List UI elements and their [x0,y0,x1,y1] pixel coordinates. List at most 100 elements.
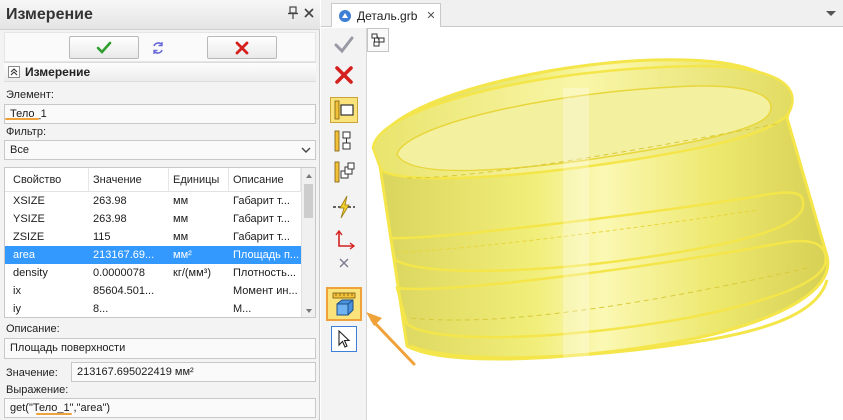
multi-select-button[interactable] [330,159,358,185]
document-tab-strip: Деталь.grb ✕ [321,0,843,27]
cancel-button[interactable] [207,36,277,59]
properties-table: Свойство Значение Единицы Описание XSIZE… [4,167,316,318]
table-cell: 0.0000078 [93,267,145,279]
tree-select-button[interactable] [330,128,358,154]
description-field[interactable]: Площадь поверхности [4,338,316,359]
multi-select-icon [334,161,355,183]
table-cell: мм [173,213,189,225]
toolbar-cancel-button[interactable] [330,62,358,88]
action-bar [4,32,316,62]
table-cell: density [13,267,48,279]
cross-icon [335,66,353,84]
coordinate-axes-icon [335,230,355,250]
table-row[interactable]: density 0.0000078 кг/(мм³) Плотность... [5,264,301,282]
column-header-value[interactable]: Значение [89,168,169,192]
scroll-thumb[interactable] [304,184,313,218]
table-cell: Габарит т... [233,231,290,243]
table-cell: 213167.69... [93,249,155,261]
tree-select-icon [334,130,351,152]
table-header: Свойство Значение Единицы Описание [5,168,315,192]
table-row[interactable]: YSIZE 263.98 мм Габарит т... [5,210,301,228]
tab-close-icon[interactable]: ✕ [426,9,435,22]
table-cell [169,282,229,300]
measure-button[interactable] [326,287,362,321]
panel-header: Измерение [0,0,320,30]
expression-field[interactable]: get("Тело_1","area") [4,398,316,418]
expression-underline [36,413,72,415]
pointer-icon [338,330,351,348]
table-row[interactable]: ZSIZE 115 мм Габарит т... [5,228,301,246]
toolbar-ok-button[interactable] [330,32,358,58]
callout-arrow [366,312,416,366]
element-field[interactable]: Тело_1 [4,104,316,124]
table-row[interactable]: ix 85604.501... Момент ин... [5,282,301,300]
description-label: Описание: [6,323,60,335]
table-cell: Площадь п... [233,249,300,261]
lightning-axis-button[interactable] [330,194,358,220]
table-cell: 85604.501... [93,285,155,297]
table-scrollbar[interactable] [301,168,315,317]
table-cell: area [13,249,36,261]
expression-label: Выражение: [6,384,69,396]
table-cell: кг/(мм³) [173,267,211,279]
value-field[interactable]: 213167.695022419 мм² [71,362,316,382]
value-label: Значение: [6,367,58,379]
tab-menu-icon[interactable] [825,8,837,18]
lightning-axis-icon [333,195,355,219]
ring-body-model[interactable] [367,28,843,420]
column-header-description[interactable]: Описание [229,168,301,192]
scroll-up-icon[interactable] [304,171,314,181]
checkmark-icon [96,41,112,54]
scroll-down-icon[interactable] [304,306,314,316]
3d-viewport[interactable] [367,28,843,420]
section-title: Измерение [25,65,91,79]
column-header-property[interactable]: Свойство [9,168,89,192]
remove-axes-button[interactable] [330,254,358,272]
table-cell: iy [13,303,21,315]
table-cell: ZSIZE [13,231,45,243]
table-row[interactable]: XSIZE 263.98 мм Габарит т... [5,192,301,210]
table-cell: YSIZE [13,213,45,225]
coordinate-axes-button[interactable] [330,228,358,254]
table-cell: Плотность... [233,267,296,279]
collapse-icon[interactable] [8,66,20,78]
element-underline [5,118,39,120]
filter-select[interactable]: Все [4,140,316,160]
table-cell: 263.98 [93,213,127,225]
table-cell: 115 [93,231,111,243]
checkmark-icon [334,36,354,54]
small-cross-icon [339,258,349,268]
frame-select-button[interactable] [330,97,358,123]
table-cell: ix [13,285,21,297]
table-cell: мм² [173,249,192,261]
cross-icon [235,41,249,54]
table-cell: XSIZE [13,195,45,207]
frame-select-icon [334,100,354,120]
pin-icon[interactable] [286,6,300,22]
table-cell: 8... [93,303,109,315]
table-row[interactable]: iy 8... М... [5,300,301,317]
document-part-icon [339,9,351,22]
table-cell: мм [173,195,189,207]
panel-title: Измерение [6,6,93,23]
table-cell: Габарит т... [233,195,290,207]
measure-box-icon [332,292,356,316]
table-cell: 263.98 [93,195,127,207]
table-cell: мм [173,231,189,243]
filter-value: Все [10,144,29,156]
chevron-down-icon [301,147,311,153]
table-row[interactable]: area 213167.69... мм² Площадь п... [5,246,301,264]
table-cell: Момент ин... [233,285,298,297]
tab-detail-grb[interactable]: Деталь.grb ✕ [331,3,441,27]
refresh-icon [153,41,163,54]
column-header-units[interactable]: Единицы [169,168,229,192]
pointer-button[interactable] [331,326,357,352]
element-label: Элемент: [6,89,54,101]
section-header[interactable]: Измерение [4,62,316,82]
tab-label: Деталь.grb [357,8,418,23]
close-icon[interactable] [302,6,316,22]
filter-label: Фильтр: [6,126,47,138]
table-cell [169,300,229,317]
measurement-panel: Измерение Измерение Элемент: Тело_1 Филь… [0,0,320,420]
refresh-button[interactable] [127,36,189,59]
